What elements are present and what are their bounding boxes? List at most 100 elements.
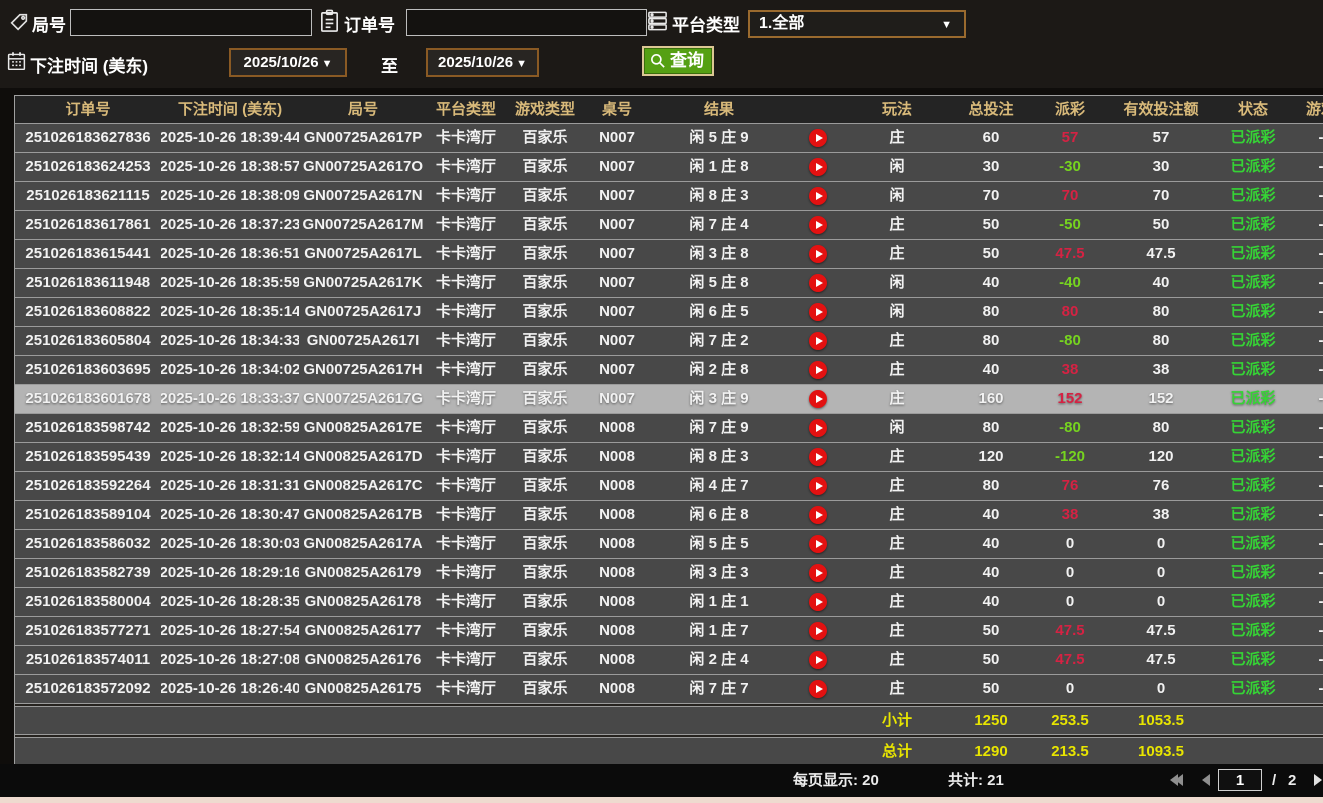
table-row[interactable]: 251026183627836 2025-10-26 18:39:44 GN0072… (15, 123, 1323, 152)
cell-table-no: N008 (599, 506, 635, 523)
cell-table-no: N007 (599, 361, 635, 378)
table-row[interactable]: 251026183605804 2025-10-26 18:34:33 GN0072… (15, 326, 1323, 355)
play-icon[interactable] (809, 187, 827, 205)
col-play-type: 玩法 (881, 101, 912, 118)
table-row[interactable]: 251026183598742 2025-10-26 18:32:59 GN0082… (15, 413, 1323, 442)
cell-play-type: 庄 (889, 390, 905, 407)
table-row[interactable]: 251026183621115 2025-10-26 18:38:09 GN0072… (15, 181, 1323, 210)
cell-bet-time: 2025-10-26 18:37:23 (161, 216, 299, 233)
cell-valid-bet: 152 (1148, 390, 1174, 407)
cell-game: - (1318, 303, 1323, 320)
order-no-label: 订单号 (344, 16, 395, 35)
bet-time-label: 下注时间 (美东) (30, 57, 149, 76)
cell-order-no: 251026183589104 (25, 506, 151, 523)
cell-bet-time: 2025-10-26 18:27:08 (161, 651, 299, 668)
cell-platform-type: 卡卡湾厅 (435, 245, 496, 262)
play-icon[interactable] (809, 564, 827, 582)
cell-play-type: 庄 (889, 680, 905, 697)
cell-table-no: N007 (599, 158, 635, 175)
cell-play-type: 庄 (889, 245, 905, 262)
play-icon[interactable] (809, 419, 827, 437)
game-no-input[interactable] (70, 9, 312, 36)
play-icon[interactable] (809, 622, 827, 640)
table-row[interactable]: 251026183572092 2025-10-26 18:26:40 GN0082… (15, 674, 1323, 703)
cell-play (789, 675, 847, 703)
table-row[interactable]: 251026183595439 2025-10-26 18:32:14 GN0082… (15, 442, 1323, 471)
cell-game-type: 百家乐 (522, 187, 568, 204)
cell-payout: 70 (1061, 187, 1079, 204)
cell-result: 闲 1 庄 7 (689, 622, 749, 639)
table-row[interactable]: 251026183586032 2025-10-26 18:30:03 GN0082… (15, 529, 1323, 558)
platform-type-select[interactable]: 1.全部 (748, 10, 966, 38)
next-page-icon[interactable] (1314, 774, 1322, 786)
cell-total-bet: 70 (982, 187, 1000, 204)
cell-total-bet: 50 (982, 680, 1000, 697)
table-row[interactable]: 251026183577271 2025-10-26 18:27:54 GN0082… (15, 616, 1323, 645)
play-icon[interactable] (809, 303, 827, 321)
cell-result: 闲 1 庄 8 (689, 158, 749, 175)
table-row[interactable]: 251026183617861 2025-10-26 18:37:23 GN0072… (15, 210, 1323, 239)
play-icon[interactable] (809, 477, 827, 495)
bet-time-to-picker[interactable]: 2025/10/26 (426, 48, 539, 77)
play-icon[interactable] (809, 680, 827, 698)
cell-game-no: GN00825A2617D (303, 448, 423, 465)
play-icon[interactable] (809, 129, 827, 147)
play-icon[interactable] (809, 361, 827, 379)
page-number-input[interactable] (1218, 769, 1262, 791)
cell-bet-time: 2025-10-26 18:30:47 (161, 506, 299, 523)
bet-time-from-picker[interactable]: 2025/10/26 (229, 48, 347, 77)
cell-game-no: GN00825A26177 (304, 622, 422, 639)
cell-game-type: 百家乐 (522, 535, 568, 552)
table-row[interactable]: 251026183582739 2025-10-26 18:29:16 GN0082… (15, 558, 1323, 587)
cell-bet-time: 2025-10-26 18:36:51 (161, 245, 299, 262)
play-icon[interactable] (809, 274, 827, 292)
order-no-input[interactable] (406, 9, 647, 36)
cell-game: - (1318, 216, 1323, 233)
play-icon[interactable] (809, 390, 827, 408)
table-row[interactable]: 251026183601678 2025-10-26 18:33:37 GN0072… (15, 384, 1323, 413)
cell-total-bet: 50 (982, 622, 1000, 639)
cell-result: 闲 5 庄 5 (689, 535, 749, 552)
cell-game-type: 百家乐 (522, 390, 568, 407)
table-row[interactable]: 251026183611948 2025-10-26 18:35:59 GN0072… (15, 268, 1323, 297)
play-icon[interactable] (809, 216, 827, 234)
bet-time-to-label: 至 (381, 57, 398, 76)
cell-order-no: 251026183617861 (25, 216, 151, 233)
query-button[interactable]: 查询 (642, 46, 714, 76)
table-row[interactable]: 251026183608822 2025-10-26 18:35:14 GN0072… (15, 297, 1323, 326)
cell-game-type: 百家乐 (522, 593, 568, 610)
play-icon[interactable] (809, 245, 827, 263)
cell-game-type: 百家乐 (522, 303, 568, 320)
cell-valid-bet: 57 (1152, 129, 1170, 146)
cell-play (789, 443, 847, 471)
cell-play-type: 庄 (889, 535, 905, 552)
cell-table-no: N007 (599, 303, 635, 320)
table-row[interactable]: 251026183580004 2025-10-26 18:28:35 GN0082… (15, 587, 1323, 616)
play-icon[interactable] (809, 593, 827, 611)
cell-payout: 0 (1065, 593, 1075, 610)
cell-bet-time: 2025-10-26 18:30:03 (161, 535, 299, 552)
cell-total-bet: 120 (978, 448, 1004, 465)
cell-bet-time: 2025-10-26 18:34:02 (161, 361, 299, 378)
play-icon[interactable] (809, 158, 827, 176)
play-icon[interactable] (809, 332, 827, 350)
play-icon[interactable] (809, 506, 827, 524)
table-row[interactable]: 251026183615441 2025-10-26 18:36:51 GN0072… (15, 239, 1323, 268)
table-row[interactable]: 251026183624253 2025-10-26 18:38:57 GN0072… (15, 152, 1323, 181)
grand-total-row: 总计 1290 213.5 1093.5 (15, 737, 1323, 765)
cell-order-no: 251026183627836 (25, 129, 151, 146)
cell-valid-bet: 47.5 (1146, 651, 1176, 668)
table-row[interactable]: 251026183592264 2025-10-26 18:31:31 GN0082… (15, 471, 1323, 500)
table-row[interactable]: 251026183603695 2025-10-26 18:34:02 GN0072… (15, 355, 1323, 384)
play-icon[interactable] (809, 651, 827, 669)
play-icon[interactable] (809, 535, 827, 553)
table-row[interactable]: 251026183589104 2025-10-26 18:30:47 GN0082… (15, 500, 1323, 529)
clipboard-icon (318, 9, 341, 34)
play-icon[interactable] (809, 448, 827, 466)
first-page-icon[interactable] (1170, 774, 1183, 786)
table-row[interactable]: 251026183574011 2025-10-26 18:27:08 GN0082… (15, 645, 1323, 674)
prev-page-icon[interactable] (1202, 774, 1210, 786)
cell-play (789, 327, 847, 355)
col-status: 状态 (1237, 101, 1268, 118)
cell-game: - (1318, 245, 1323, 262)
